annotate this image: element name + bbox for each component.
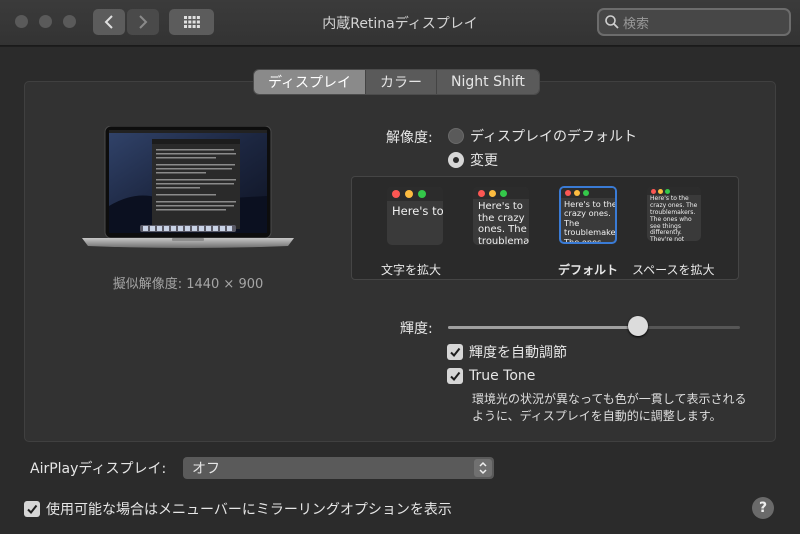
zoom-window-button[interactable]	[63, 15, 76, 28]
preferences-content: ディスプレイ カラー Night Shift 擬似解像度: 1440 × 900…	[0, 47, 800, 534]
checkmark-icon	[447, 368, 463, 384]
radio-label: ディスプレイのデフォルト	[470, 129, 638, 145]
forward-button[interactable]	[127, 9, 159, 35]
radio-indicator	[448, 128, 464, 144]
scale-options-box: Here's to the crazy ones. The troublemak…	[351, 176, 739, 280]
checkbox-label: 輝度を自動調節	[469, 345, 567, 361]
tab-night-shift[interactable]: Night Shift	[437, 70, 539, 94]
minimize-window-button[interactable]	[39, 15, 52, 28]
scale-option-label: デフォルト	[558, 263, 619, 277]
tab-bar: ディスプレイ カラー Night Shift	[254, 70, 539, 94]
checkbox-label: 使用可能な場合はメニューバーにミラーリングオプションを表示	[46, 502, 452, 518]
help-button[interactable]: ?	[752, 497, 774, 519]
close-window-button[interactable]	[15, 15, 28, 28]
chevron-left-icon	[104, 15, 113, 29]
chevron-right-icon	[139, 15, 148, 29]
airplay-label: AirPlayディスプレイ:	[30, 461, 167, 477]
mirroring-options-checkbox[interactable]: 使用可能な場合はメニューバーにミラーリングオプションを表示	[24, 499, 452, 519]
radio-indicator	[448, 152, 464, 168]
airplay-display-select[interactable]: オフ	[183, 457, 494, 479]
brightness-slider-track[interactable]	[448, 326, 740, 329]
resolution-label: 解像度:	[386, 130, 433, 146]
laptop-illustration	[82, 126, 294, 248]
checkbox-label: True Tone	[469, 368, 536, 384]
title-bar: 内蔵Retinaディスプレイ 検索	[0, 0, 800, 46]
auto-brightness-checkbox[interactable]: 輝度を自動調節	[447, 342, 567, 362]
resolution-scaled-radio[interactable]: 変更	[448, 150, 498, 170]
scale-option-label: スペースを拡大	[632, 263, 715, 277]
scale-preview: Here's to the crazy ones. The troublemak…	[387, 187, 443, 245]
search-placeholder: 検索	[623, 16, 650, 32]
brightness-slider-fill	[448, 326, 638, 329]
tab-display[interactable]: ディスプレイ	[254, 70, 367, 94]
scale-preview-text: Here's to the crazy ones. The troublemak…	[650, 195, 698, 241]
checkmark-icon	[24, 501, 40, 517]
scale-preview-text: Here's to the crazy ones. The troublemak…	[564, 199, 617, 244]
scaled-resolution: 擬似解像度: 1440 × 900	[112, 277, 264, 292]
scale-preview-text: Here's to the crazy ones. The troublemak…	[392, 204, 443, 218]
brightness-label: 輝度:	[400, 321, 433, 337]
grid-icon	[183, 16, 200, 28]
resolution-default-radio[interactable]: ディスプレイのデフォルト	[448, 126, 637, 146]
back-button[interactable]	[93, 9, 125, 35]
scale-preview: Here's to the crazy ones. The troublemak…	[473, 187, 529, 245]
up-down-chevron-icon	[474, 459, 492, 477]
search-icon	[605, 15, 619, 29]
scale-preview: Here's to the crazy ones. The troublemak…	[559, 186, 617, 244]
radio-label: 変更	[470, 153, 498, 169]
airplay-selected-value: オフ	[192, 461, 220, 477]
brightness-slider-knob[interactable]	[627, 316, 648, 336]
tab-color[interactable]: カラー	[366, 70, 438, 94]
scale-option-label: 文字を拡大	[381, 263, 442, 277]
true-tone-description-line: 環境光の状況が異なっても色が一貫して表示される	[472, 392, 747, 406]
true-tone-checkbox[interactable]: True Tone	[447, 368, 535, 384]
scale-preview: Here's to the crazy ones. The troublemak…	[647, 187, 701, 241]
true-tone-description-line: ように、ディスプレイを自動的に調整します。	[472, 409, 722, 423]
search-field[interactable]: 検索	[597, 8, 791, 36]
checkmark-icon	[447, 344, 463, 360]
show-all-button[interactable]	[169, 9, 214, 35]
true-tone-description: 環境光の状況が異なっても色が一貫して表示される ように、ディスプレイを自動的に調…	[472, 391, 762, 425]
scale-preview-text: Here's to the crazy ones. The troublemak…	[478, 201, 529, 245]
